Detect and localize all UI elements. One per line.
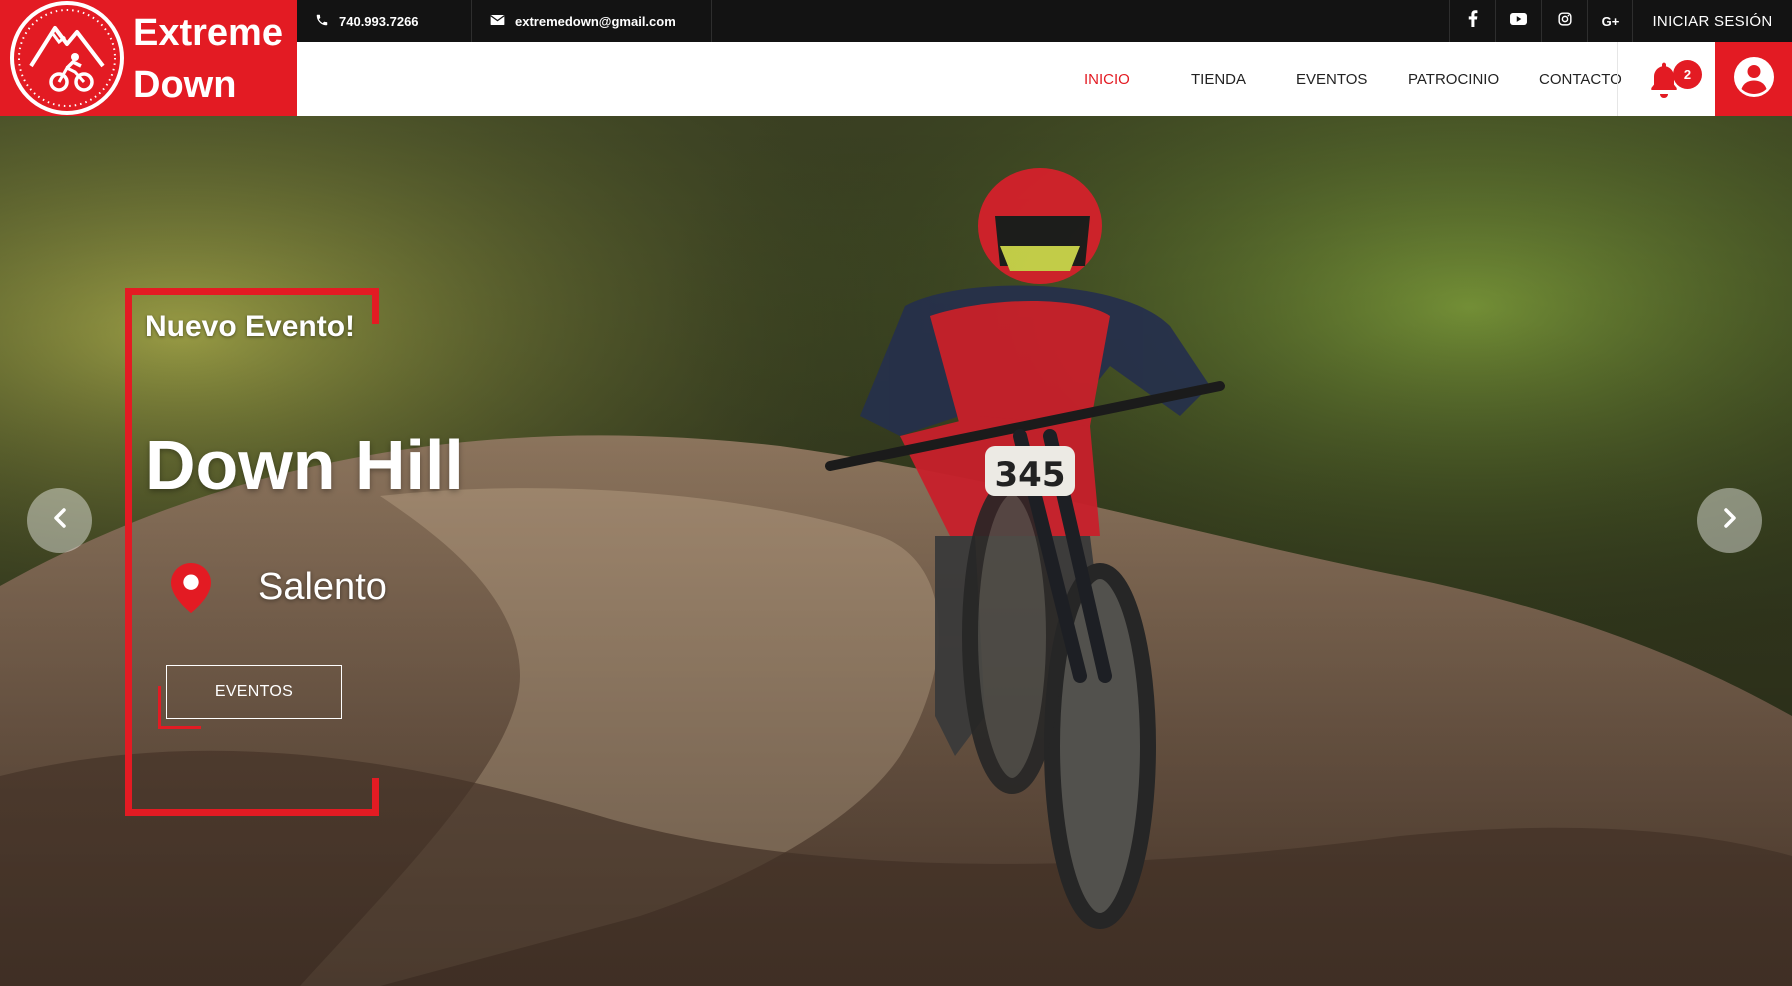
chevron-right-icon (1723, 508, 1737, 533)
google-plus-icon: G+ (1601, 13, 1620, 29)
phone-number: 740.993.7266 (339, 13, 419, 29)
facebook-link[interactable] (1449, 0, 1495, 42)
facebook-icon (1468, 10, 1478, 32)
youtube-link[interactable] (1495, 0, 1541, 42)
caption-frame-corner-bottom (372, 778, 379, 816)
phone-contact[interactable]: 740.993.7266 (297, 0, 472, 42)
instagram-link[interactable] (1541, 0, 1587, 42)
mountain-bike-logo-icon (9, 0, 126, 121)
caption-frame (125, 288, 379, 816)
chevron-left-icon (53, 508, 67, 533)
caption-frame-bottom (125, 809, 379, 816)
instagram-icon (1557, 11, 1572, 31)
phone-icon (315, 13, 329, 30)
youtube-icon (1510, 12, 1527, 30)
brand-logo[interactable]: Extreme Down (0, 0, 297, 116)
email-address: extremedown@gmail.com (515, 13, 676, 29)
user-avatar-icon (1733, 56, 1775, 103)
hero-location: Salento (258, 566, 387, 608)
notification-badge: 2 (1673, 60, 1702, 89)
hero-kicker: Nuevo Evento! (145, 310, 356, 343)
race-plate-number: 345 (995, 455, 1066, 495)
slider-next-button[interactable] (1697, 488, 1762, 553)
notifications-button[interactable]: 2 (1617, 42, 1715, 116)
email-contact[interactable]: extremedown@gmail.com (472, 0, 712, 42)
profile-button[interactable] (1715, 42, 1792, 116)
envelope-icon (490, 14, 505, 29)
slider-prev-button[interactable] (27, 488, 92, 553)
brand-name-line1: Extreme (133, 12, 283, 54)
nav-item-tienda[interactable]: TIENDA (1191, 42, 1246, 116)
login-link[interactable]: INICIAR SESIÓN (1632, 0, 1792, 42)
nav-item-eventos[interactable]: EVENTOS (1296, 42, 1367, 116)
google-plus-link[interactable]: G+ (1587, 0, 1633, 42)
brand-name-line2: Down (133, 64, 237, 106)
hero-title: Down Hill (145, 426, 464, 504)
nav-item-contacto[interactable]: CONTACTO (1539, 42, 1622, 116)
nav-item-inicio[interactable]: INICIO (1084, 42, 1130, 116)
events-button[interactable]: EVENTOS (166, 665, 342, 719)
caption-frame-corner (372, 288, 379, 324)
nav-item-patrocinio[interactable]: PATROCINIO (1408, 42, 1499, 116)
map-pin-icon (171, 563, 211, 618)
